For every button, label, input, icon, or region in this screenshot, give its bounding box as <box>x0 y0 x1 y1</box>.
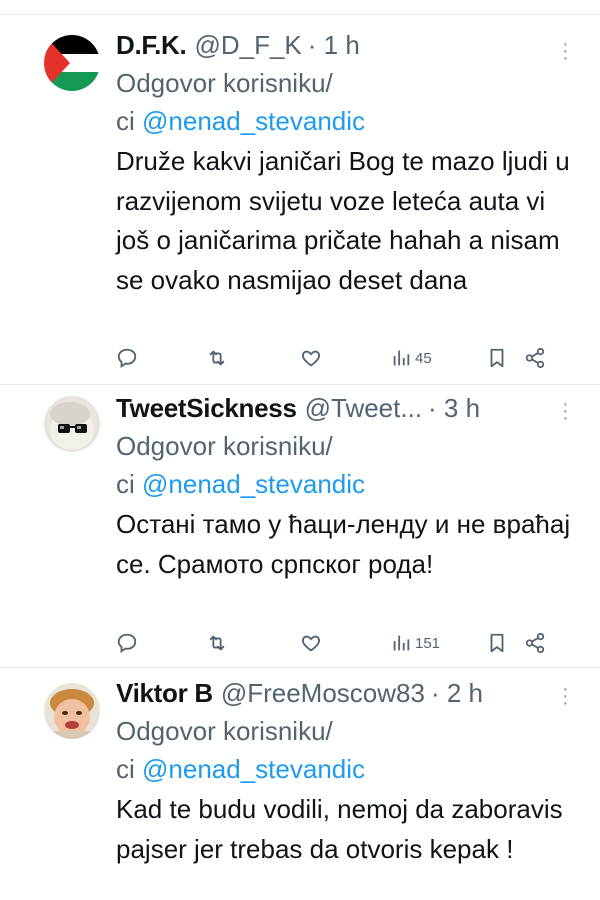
reply-context: Odgovor korisniku/ ci @nenad_stevandic <box>116 712 576 788</box>
timestamp[interactable]: · 3 h <box>428 391 480 425</box>
reply-button[interactable] <box>116 629 138 657</box>
avatar-tweetsickness[interactable] <box>44 396 100 452</box>
handle[interactable]: @Tweet... <box>305 391 422 425</box>
reply-suffix: ci <box>116 106 135 136</box>
avatar-viktor-b[interactable] <box>44 683 100 739</box>
share-button[interactable] <box>524 344 546 372</box>
retweet-button[interactable] <box>206 629 228 657</box>
share-button[interactable] <box>524 629 546 657</box>
glasses-avatar-icon <box>44 396 100 452</box>
bookmark-button[interactable] <box>486 629 508 657</box>
view-count: 45 <box>415 349 432 367</box>
retweet-icon <box>209 350 225 366</box>
reply-prefix: Odgovor korisniku/ <box>116 68 333 98</box>
reply-prefix: Odgovor korisniku/ <box>116 431 333 461</box>
heart-icon <box>301 635 321 652</box>
timestamp[interactable]: · 1 h <box>308 28 360 62</box>
view-count: 151 <box>415 634 441 652</box>
retweet-button[interactable] <box>206 344 228 372</box>
heart-icon <box>301 350 321 367</box>
timestamp[interactable]: · 2 h <box>431 676 483 710</box>
display-name[interactable]: Viktor B <box>116 676 213 710</box>
share-icon <box>525 632 545 654</box>
views-chart-icon <box>393 350 410 366</box>
display-name[interactable]: TweetSickness <box>116 391 297 425</box>
display-name[interactable]: D.F.K. <box>116 28 187 62</box>
avatar-dfk[interactable] <box>44 35 100 91</box>
reply-context: Odgovor korisniku/ ci @nenad_stevandic <box>116 64 576 140</box>
tweet-text: Kad te budu vodili, nemoj da zaboravis p… <box>116 794 563 864</box>
bookmark-icon <box>490 633 504 653</box>
tweet-divider <box>0 667 600 668</box>
reply-suffix: ci <box>116 754 135 784</box>
bookmark-icon <box>490 348 504 368</box>
top-divider <box>0 14 600 15</box>
palestine-flag-icon <box>44 35 100 91</box>
like-button[interactable] <box>300 629 322 657</box>
reply-context: Odgovor korisniku/ ci @nenad_stevandic <box>116 427 576 503</box>
mention-link[interactable]: @nenad_stevandic <box>142 754 365 784</box>
handle[interactable]: @FreeMoscow83 <box>221 676 425 710</box>
tweet-text: Druže kakvi janičari Bog te mazo ljudi u… <box>116 146 570 295</box>
mention-link[interactable]: @nenad_stevandic <box>142 106 365 136</box>
reply-button[interactable] <box>116 344 138 372</box>
reply-prefix: Odgovor korisniku/ <box>116 716 333 746</box>
share-icon <box>525 347 545 369</box>
mention-link[interactable]: @nenad_stevandic <box>142 469 365 499</box>
retweet-icon <box>209 635 225 651</box>
reply-suffix: ci <box>116 469 135 499</box>
reply-icon <box>117 348 137 368</box>
child-face-avatar-icon <box>44 683 100 739</box>
views-button[interactable]: 151 <box>390 629 440 657</box>
tweet-divider <box>0 384 600 385</box>
views-button[interactable]: 45 <box>390 344 432 372</box>
like-button[interactable] <box>300 344 322 372</box>
handle[interactable]: @D_F_K <box>194 28 301 62</box>
views-chart-icon <box>393 635 410 651</box>
reply-icon <box>117 633 137 653</box>
bookmark-button[interactable] <box>486 344 508 372</box>
tweet-text: Останi тамо у ћаци-ленду и не враћај се.… <box>116 509 571 579</box>
